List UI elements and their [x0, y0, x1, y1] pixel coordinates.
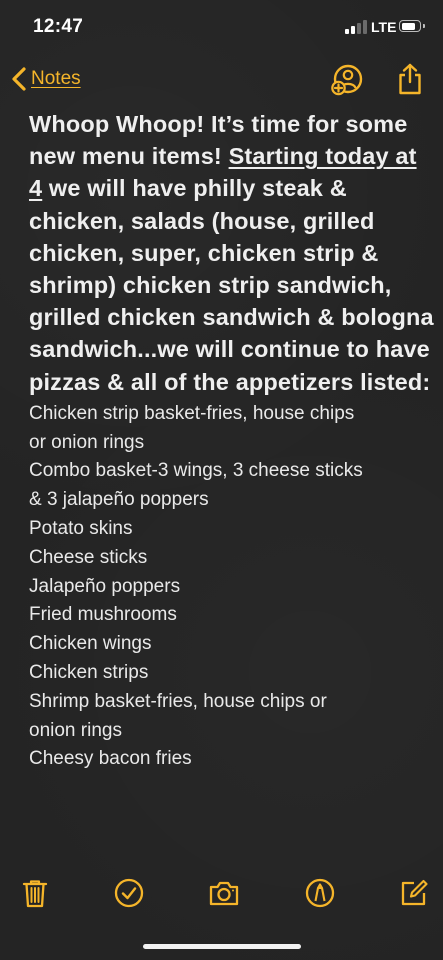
note-line: onion rings: [29, 719, 122, 741]
note-body[interactable]: Whoop Whoop! It’s time for some new menu…: [29, 108, 434, 774]
camera-icon[interactable]: [208, 877, 240, 909]
menu-list: Chicken strip basket-fries, house chips …: [29, 400, 434, 774]
chevron-left-icon: [12, 67, 26, 91]
note-line: Combo basket-3 wings, 3 cheese sticks: [29, 460, 363, 482]
back-button[interactable]: Notes: [10, 62, 81, 96]
share-icon[interactable]: [393, 62, 427, 96]
note-line: or onion rings: [29, 431, 145, 453]
network-type: LTE: [371, 19, 397, 35]
markup-icon[interactable]: [304, 877, 336, 909]
note-line: Fried mushrooms: [29, 604, 177, 626]
status-bar: 12:47 LTE: [0, 0, 443, 54]
headline-text-continued: we will have philly steak & chicken, sal…: [29, 175, 434, 395]
trash-icon[interactable]: [19, 877, 51, 909]
home-indicator[interactable]: [143, 944, 301, 949]
note-line: & 3 jalapeño poppers: [29, 489, 209, 511]
note-line: Jalapeño poppers: [29, 575, 181, 597]
note-line: Chicken strip basket-fries, house chips: [29, 402, 355, 424]
note-line: Potato skins: [29, 518, 133, 540]
battery-icon: [399, 20, 425, 32]
note-line: Chicken strips: [29, 662, 149, 683]
nav-bar: Notes: [0, 58, 443, 102]
back-label: Notes: [31, 68, 81, 89]
note-line: Cheesy bacon fries: [29, 748, 192, 770]
add-people-icon[interactable]: [330, 62, 364, 96]
compose-icon[interactable]: [398, 877, 430, 909]
note-line: Cheese sticks: [29, 546, 148, 568]
checklist-icon[interactable]: [113, 877, 145, 909]
note-headline: Whoop Whoop! It’s time for some new menu…: [29, 108, 434, 398]
note-line: Chicken wings: [29, 633, 152, 655]
note-line: Shrimp basket-fries, house chips or: [29, 690, 327, 712]
status-time: 12:47: [33, 16, 84, 37]
bottom-toolbar: [0, 873, 443, 917]
signal-strength-icon: [345, 20, 367, 34]
